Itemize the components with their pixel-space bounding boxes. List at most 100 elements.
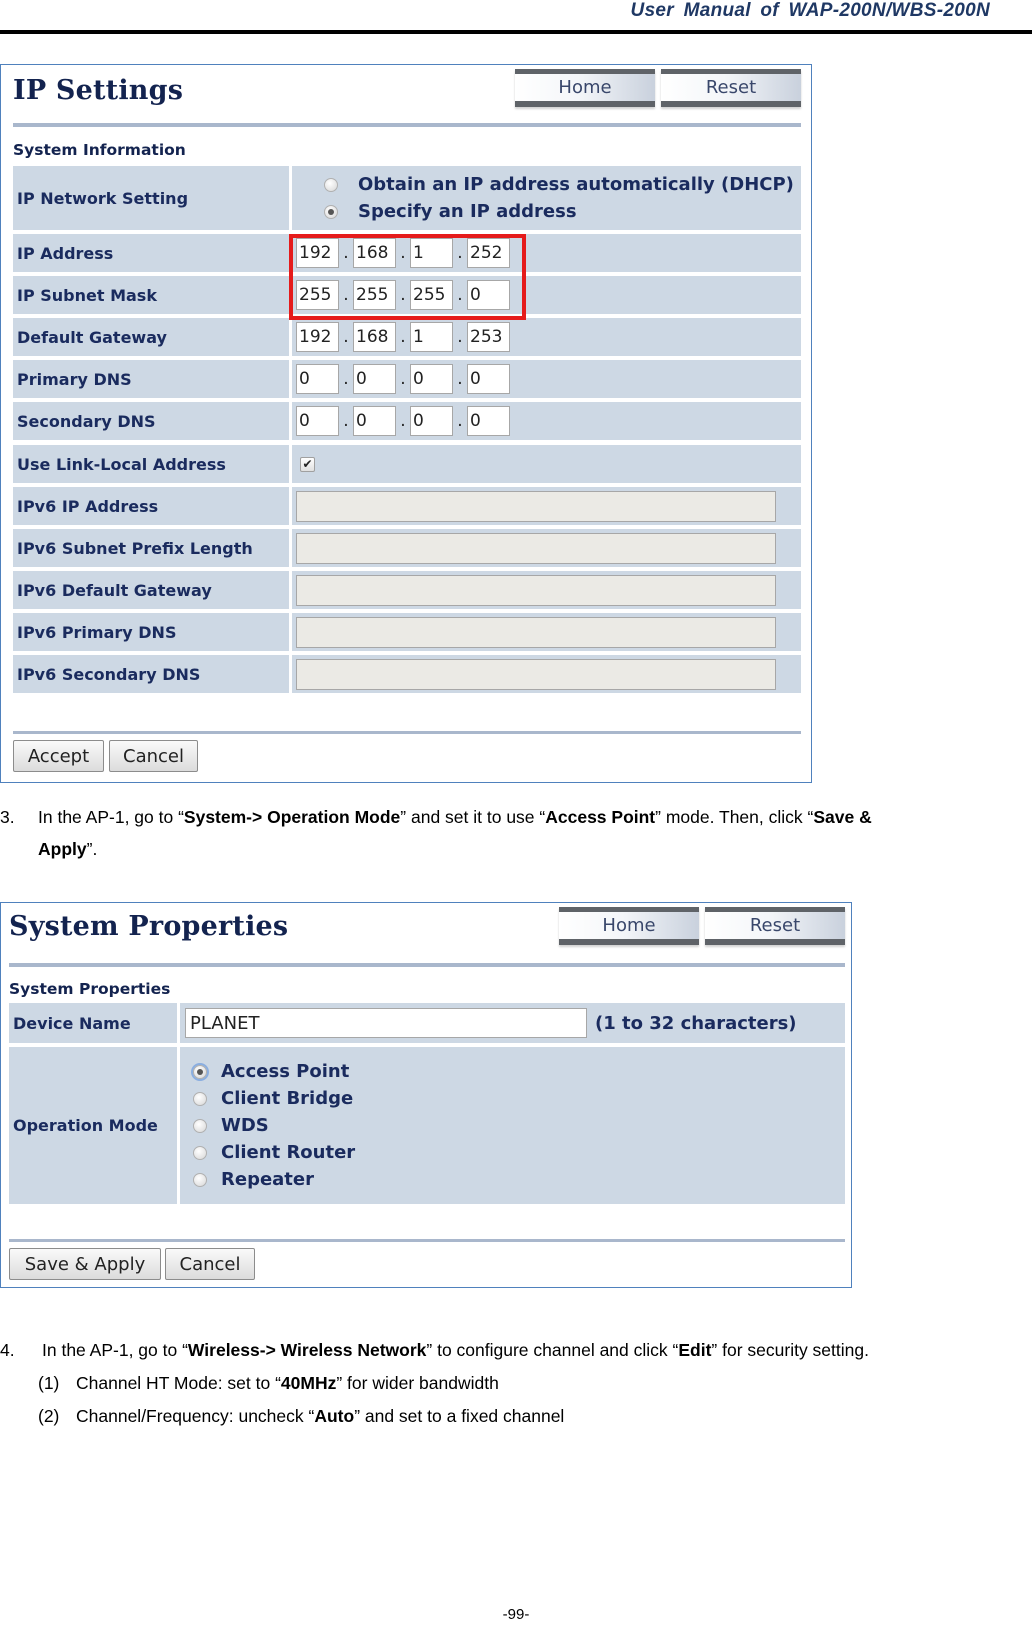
operation-mode-option[interactable]: Access Point xyxy=(193,1061,349,1082)
octet-separator: . xyxy=(343,243,349,263)
octet-1-input[interactable]: 0 xyxy=(296,406,339,436)
ipv6-input[interactable] xyxy=(296,616,776,648)
link-local-checkbox[interactable]: ✔ xyxy=(300,456,315,472)
octet-2-input[interactable]: 0 xyxy=(353,364,396,394)
static-ip-radio[interactable] xyxy=(324,204,338,219)
reset-button[interactable]: Reset xyxy=(705,907,845,945)
octet-separator: . xyxy=(400,285,406,305)
body-text: ” and set it to use “ xyxy=(400,807,546,827)
accept-button[interactable]: Accept xyxy=(13,740,104,772)
ipv6-value xyxy=(292,613,801,651)
page-number: -99- xyxy=(502,1606,530,1623)
page-title: System Properties xyxy=(9,911,289,942)
octet-separator: . xyxy=(457,369,463,389)
octet-4-input[interactable]: 253 xyxy=(467,322,510,352)
ipv6-row: IPv6 IP Address xyxy=(13,487,801,525)
operation-mode-radio[interactable] xyxy=(193,1145,207,1160)
body-text: ” for security setting. xyxy=(711,1340,869,1360)
dhcp-option-label: Obtain an IP address automatically (DHCP… xyxy=(358,174,794,195)
ipv4-row: Default Gateway 192. 168. 1. 253 xyxy=(13,318,801,356)
ipv6-input[interactable] xyxy=(296,490,776,522)
cancel-button[interactable]: Cancel xyxy=(109,740,198,772)
step-4-substep-2-number: (2) xyxy=(38,1406,60,1426)
reset-button[interactable]: Reset xyxy=(661,69,801,107)
ip-settings-panel: IP Settings Home Reset System Informatio… xyxy=(0,64,812,783)
ipv6-row: IPv6 Secondary DNS xyxy=(13,655,801,693)
link-local-value: ✔ xyxy=(292,445,801,483)
octet-4-input[interactable]: 0 xyxy=(467,280,510,310)
emphasis-text: Wireless-> Wireless Network xyxy=(187,1340,427,1360)
ip-octets: 0.0.0.0 xyxy=(292,402,801,440)
octet-separator: . xyxy=(343,285,349,305)
footer-divider xyxy=(13,731,801,734)
octet-2-input[interactable]: 0 xyxy=(353,406,396,436)
octet-3-input[interactable]: 1 xyxy=(410,238,453,268)
dhcp-radio[interactable] xyxy=(324,177,338,192)
octet-1-input[interactable]: 192 xyxy=(296,322,339,352)
row-label: IPv6 Secondary DNS xyxy=(13,655,289,693)
operation-mode-option[interactable]: WDS xyxy=(193,1115,269,1136)
octet-3-input[interactable]: 1 xyxy=(410,322,453,352)
ipv6-row: IPv6 Subnet Prefix Length xyxy=(13,529,801,567)
ip-octets: 255. 255. 255. 0 xyxy=(292,276,801,314)
octet-1-input[interactable]: 192 xyxy=(296,238,339,268)
octet-1-input[interactable]: 255 xyxy=(296,280,339,310)
ipv6-row: IPv6 Primary DNS xyxy=(13,613,801,651)
octet-separator: . xyxy=(457,243,463,263)
ipv4-row: IP Address 192. 168. 1. 252 xyxy=(13,234,801,272)
row-label: IPv6 Primary DNS xyxy=(13,613,289,651)
ipv6-input[interactable] xyxy=(296,658,776,690)
body-text: ” to configure channel and click “ xyxy=(426,1340,679,1360)
step-4-number: 4. xyxy=(0,1340,15,1360)
body-text: ” mode. Then, click “ xyxy=(655,807,814,827)
octet-3-input[interactable]: 0 xyxy=(410,364,453,394)
cancel-button[interactable]: Cancel xyxy=(165,1248,255,1280)
octet-4-input[interactable]: 252 xyxy=(467,238,510,268)
home-button[interactable]: Home xyxy=(559,907,699,945)
static-ip-option[interactable]: Specify an IP address xyxy=(324,201,577,222)
operation-mode-radio[interactable] xyxy=(193,1118,207,1133)
row-label: Use Link-Local Address xyxy=(13,445,289,483)
device-name-row: Device Name PLANET (1 to 32 characters) xyxy=(9,1003,845,1043)
operation-mode-option[interactable]: Repeater xyxy=(193,1169,314,1190)
step-4-substep-1-number: (1) xyxy=(38,1373,60,1393)
operation-mode-radio[interactable] xyxy=(193,1091,207,1106)
ipv6-input[interactable] xyxy=(296,532,776,564)
row-label: IPv6 Default Gateway xyxy=(13,571,289,609)
operation-mode-option-label: Client Router xyxy=(221,1142,356,1163)
ipv6-input[interactable] xyxy=(296,574,776,606)
octet-4-input[interactable]: 0 xyxy=(467,406,510,436)
octet-1-input[interactable]: 0 xyxy=(296,364,339,394)
section-label: System Information xyxy=(13,141,186,159)
operation-mode-option[interactable]: Client Router xyxy=(193,1142,355,1163)
octet-3-input[interactable]: 0 xyxy=(410,406,453,436)
manual-header-title: User Manual of WAP-200N/WBS-200N xyxy=(630,0,990,21)
operation-mode-radio[interactable] xyxy=(193,1064,207,1079)
device-name-value: PLANET (1 to 32 characters) xyxy=(180,1003,845,1043)
title-divider xyxy=(13,123,801,127)
ip-octets: 192. 168. 1. 253 xyxy=(292,318,801,356)
octet-2-input[interactable]: 168 xyxy=(353,322,396,352)
operation-mode-option[interactable]: Client Bridge xyxy=(193,1088,353,1109)
octet-2-input[interactable]: 255 xyxy=(353,280,396,310)
body-text: In the AP-1, go to “ xyxy=(38,807,184,827)
device-name-hint: (1 to 32 characters) xyxy=(595,1012,797,1034)
ipv6-value xyxy=(292,571,801,609)
row-label: Operation Mode xyxy=(9,1047,177,1204)
row-label: Device Name xyxy=(9,1003,177,1043)
dhcp-option[interactable]: Obtain an IP address automatically (DHCP… xyxy=(324,174,794,195)
ip-octets: 0.0.0.0 xyxy=(292,360,801,398)
ipv4-row: Secondary DNS 0. 0. 0. 0 xyxy=(13,402,801,440)
operation-mode-radio[interactable] xyxy=(193,1172,207,1187)
home-button[interactable]: Home xyxy=(515,69,655,107)
octet-3-input[interactable]: 255 xyxy=(410,280,453,310)
body-text: Channel HT Mode: set to “ xyxy=(76,1373,281,1393)
device-name-input[interactable]: PLANET xyxy=(185,1008,587,1038)
save-apply-button[interactable]: Save & Apply xyxy=(9,1248,161,1280)
ipv6-value xyxy=(292,529,801,567)
octet-4-input[interactable]: 0 xyxy=(467,364,510,394)
row-label: IP Network Setting xyxy=(13,166,289,230)
emphasis-text: Save & xyxy=(813,807,872,827)
octet-2-input[interactable]: 168 xyxy=(353,238,396,268)
emphasis-text: 40MHz xyxy=(280,1373,337,1393)
